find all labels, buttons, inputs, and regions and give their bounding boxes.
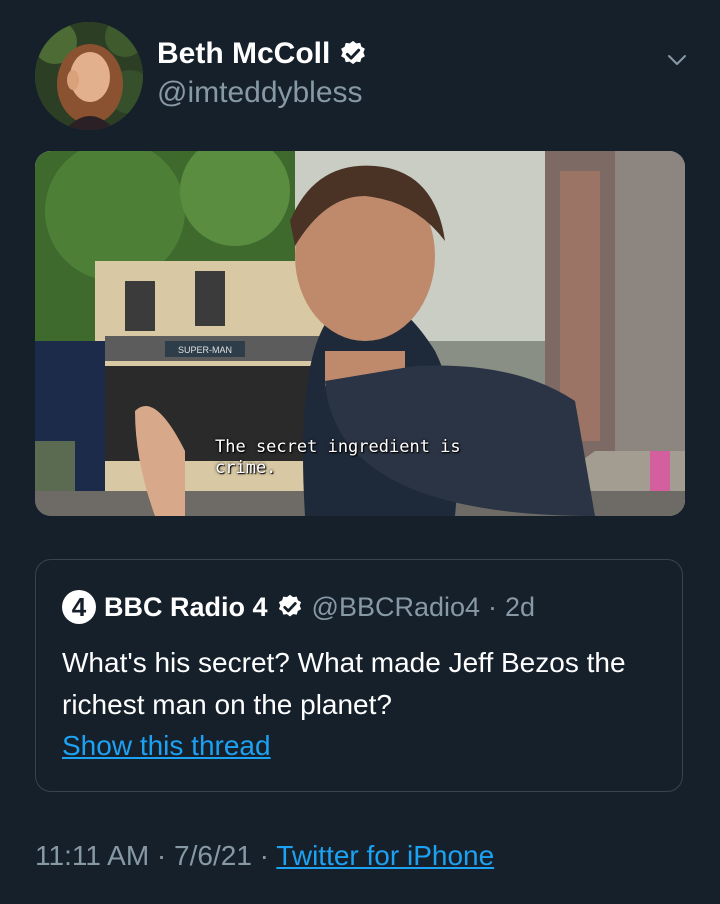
- chevron-down-icon[interactable]: [665, 48, 689, 72]
- bbc-radio4-avatar[interactable]: 4: [62, 590, 96, 624]
- meta-separator: ·: [149, 840, 175, 871]
- quoted-handle[interactable]: @BBCRadio4: [312, 592, 481, 623]
- quoted-display-name[interactable]: BBC Radio 4: [104, 592, 268, 623]
- shop-sign-text: SUPER-MAN: [178, 345, 232, 355]
- author-name-row[interactable]: Beth McColl: [157, 37, 368, 71]
- tweet-time: 11:11 AM: [35, 840, 150, 871]
- tweet-source-link[interactable]: Twitter for iPhone: [276, 840, 494, 871]
- tweet-date: 7/6/21: [174, 840, 252, 871]
- meta-separator: ·: [251, 840, 277, 871]
- verified-badge-icon: [278, 594, 301, 617]
- quoted-age: 2d: [505, 591, 536, 622]
- verified-badge-icon: [341, 40, 366, 65]
- quoted-separator: ·: [488, 591, 498, 622]
- quoted-tweet-header: 4 BBC Radio 4 @BBCRadio4 · 2d: [62, 590, 535, 624]
- author-handle[interactable]: @imteddybless: [157, 76, 363, 110]
- avatar-image: [35, 22, 143, 130]
- media-subtitle: The secret ingredient is crime.: [215, 437, 461, 478]
- author-display-name[interactable]: Beth McColl: [157, 37, 330, 71]
- show-thread-link[interactable]: Show this thread: [62, 730, 271, 762]
- tweet-media-image[interactable]: SUPER-MAN The secret ingredient is crime…: [35, 151, 685, 516]
- quoted-tweet-card[interactable]: 4 BBC Radio 4 @BBCRadio4 · 2d What's his…: [35, 559, 683, 792]
- tweet-meta: 11:11 AM · 7/6/21 · Twitter for iPhone: [35, 840, 494, 872]
- author-avatar[interactable]: [35, 22, 143, 130]
- quoted-tweet-text: What's his secret? What made Jeff Bezos …: [62, 647, 626, 720]
